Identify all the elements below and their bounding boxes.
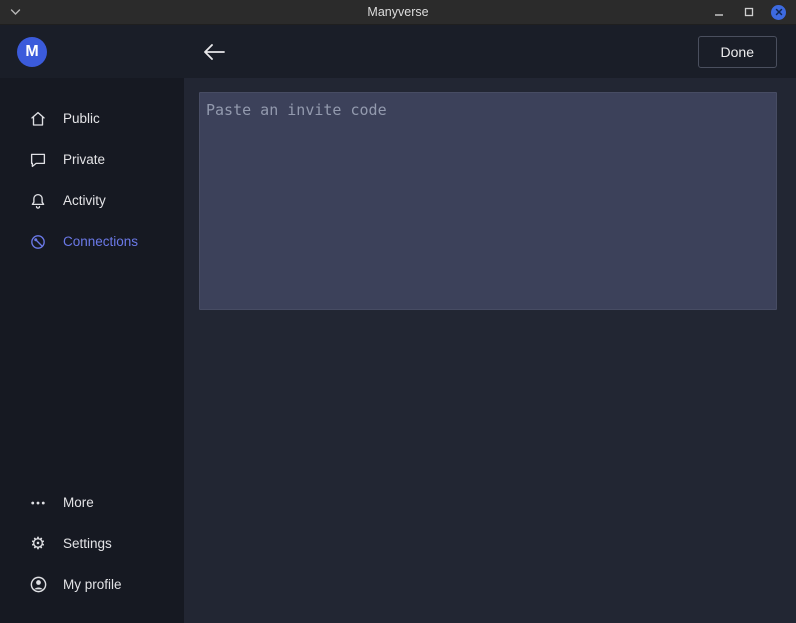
minimize-button[interactable]	[711, 4, 727, 20]
person-icon	[28, 575, 48, 595]
header-toolbar: Done	[184, 36, 796, 68]
sidebar-item-label: More	[63, 495, 94, 510]
manyverse-logo: M	[17, 37, 47, 67]
restore-button[interactable]	[741, 4, 757, 20]
invite-code-input[interactable]	[199, 92, 777, 310]
sidebar-item-connections[interactable]: Connections	[0, 221, 184, 262]
sidebar-spacer	[0, 262, 184, 482]
window-title: Manyverse	[0, 5, 796, 19]
bell-icon	[28, 191, 48, 211]
dots-icon	[28, 493, 48, 513]
logo-area: M	[0, 37, 184, 67]
gear-icon: ⚙	[28, 534, 48, 554]
window-menu-chevron-icon[interactable]	[10, 8, 21, 16]
window-controls	[711, 4, 796, 20]
message-icon	[28, 150, 48, 170]
sidebar-item-label: Private	[63, 152, 105, 167]
back-arrow-icon	[203, 44, 225, 60]
sidebar-item-label: Public	[63, 111, 100, 126]
sidebar-item-label: Settings	[63, 536, 112, 551]
sidebar-item-public[interactable]: Public	[0, 98, 184, 139]
sidebar-item-label: Connections	[63, 234, 138, 249]
sidebar-item-private[interactable]: Private	[0, 139, 184, 180]
main-content	[184, 78, 796, 623]
app-header: M Done	[0, 25, 796, 78]
app-window: Manyverse M Done	[0, 0, 796, 623]
sidebar-item-activity[interactable]: Activity	[0, 180, 184, 221]
sidebar-item-label: Activity	[63, 193, 106, 208]
app-body: Public Private Activity	[0, 78, 796, 623]
sidebar-item-my-profile[interactable]: My profile	[0, 564, 184, 605]
sidebar-item-label: My profile	[63, 577, 122, 592]
titlebar: Manyverse	[0, 0, 796, 25]
back-button[interactable]	[203, 44, 225, 60]
close-button[interactable]	[771, 5, 786, 20]
sidebar-item-settings[interactable]: ⚙ Settings	[0, 523, 184, 564]
home-icon	[28, 109, 48, 129]
logo-letter: M	[25, 43, 38, 61]
done-button[interactable]: Done	[698, 36, 777, 68]
connections-icon	[28, 232, 48, 252]
sidebar: Public Private Activity	[0, 78, 184, 623]
sidebar-item-more[interactable]: More	[0, 482, 184, 523]
